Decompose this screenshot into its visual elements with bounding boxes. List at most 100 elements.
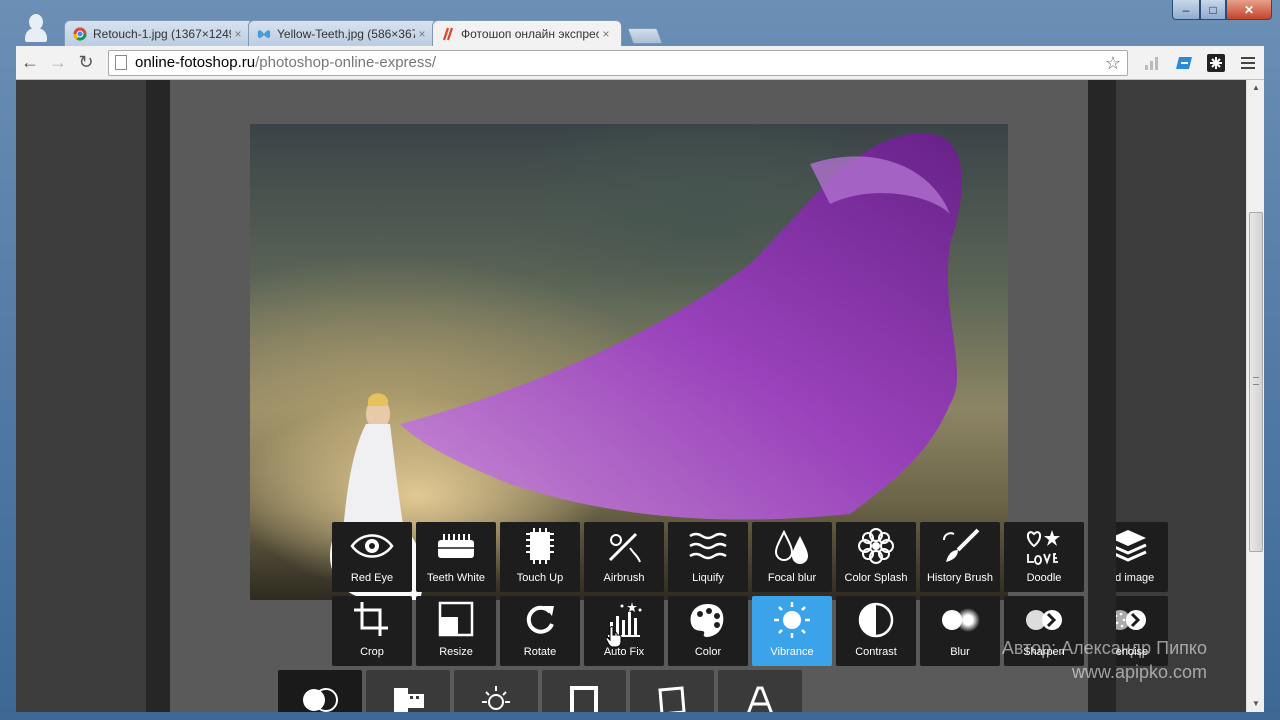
tab-yellow-teeth[interactable]: Yellow-Teeth.jpg (586×367) × [248,20,438,46]
window-controls: – □ ✕ [1172,0,1272,20]
browser-window: – □ ✕ Retouch-1.jpg (1367×1249) × Yellow… [0,0,1280,720]
scroll-down-icon[interactable]: ▼ [1247,696,1265,712]
drops-icon [774,529,808,564]
tool-row-1: Red Eye Teeth White Touch Up Airbrush Li… [332,522,1168,592]
bandage-icon [526,528,554,564]
tool-label: Color [694,646,722,658]
minimize-button[interactable]: – [1172,0,1200,20]
tool-label: Crop [360,646,384,658]
bookmark-star-icon[interactable]: ☆ [1105,53,1121,74]
category-tab-text[interactable] [718,670,802,712]
contrast-icon [858,602,894,638]
frame-icon [570,686,598,712]
light-icon [482,686,510,710]
category-tab-frame[interactable] [542,670,626,712]
tool-label: Airbrush [603,572,645,584]
tool-crop[interactable]: Crop [332,596,412,666]
fotoshop-icon [442,27,454,40]
tab-fotoshop[interactable]: Фотошоп онлайн экспресс × [432,20,622,46]
tool-label: Doodle [1026,572,1062,584]
tool-doodle[interactable]: Doodle [1004,522,1084,592]
brush-icon [943,528,980,562]
address-bar[interactable]: online-fotoshop.ru/photoshop-online-expr… [108,49,1128,76]
eye-icon [350,534,394,558]
sharpen-icon [1026,610,1062,630]
tool-label: Liquify [692,572,724,584]
tool-vibrance[interactable]: Vibrance [752,596,832,666]
sun-icon [774,602,810,638]
tab-close-icon[interactable]: × [599,27,613,41]
adjust-icon [303,688,338,712]
signal-icon[interactable] [1142,53,1162,73]
extension-blue-icon[interactable] [1174,53,1194,73]
category-tab-sticker[interactable] [630,670,714,712]
maximize-button[interactable]: □ [1200,0,1226,20]
new-tab-button[interactable] [627,28,663,44]
doodle-icon [1027,530,1060,565]
tool-color-splash[interactable]: Color Splash [836,522,916,592]
tool-label: Rotate [523,646,557,658]
tool-label: Focal blur [767,572,817,584]
watermark-author: Автор: Александр Пипко [1001,638,1207,658]
tab-close-icon[interactable]: × [415,27,429,41]
category-tab-light[interactable] [454,670,538,712]
tool-label: Red Eye [350,572,394,584]
tab-title: Retouch-1.jpg (1367×1249) [93,26,231,41]
tool-rotate[interactable]: Rotate [500,596,580,666]
tool-label: Touch Up [516,572,564,584]
flower-icon [858,528,894,564]
tool-color[interactable]: Color [668,596,748,666]
category-tab-adjust[interactable] [278,670,362,712]
chrome-icon [73,27,87,40]
crop-icon [354,602,388,636]
tool-label: History Brush [926,572,994,584]
tool-contrast[interactable]: Contrast [836,596,916,666]
tool-focal-blur[interactable]: Focal blur [752,522,832,592]
tool-label: Vibrance [770,646,814,658]
tab-retouch[interactable]: Retouch-1.jpg (1367×1249) × [64,20,254,46]
watermark: Автор: Александр Пипко www.apipko.com [985,636,1207,684]
tool-teeth-white[interactable]: Teeth White [416,522,496,592]
tab-title: Yellow-Teeth.jpg (586×367) [277,26,415,41]
tool-auto-fix[interactable]: Auto Fix [584,596,664,666]
resize-icon [438,601,474,637]
browser-toolbar: ← → ↻ online-fotoshop.ru/photoshop-onlin… [16,46,1264,80]
menu-icon[interactable] [1238,53,1258,73]
tool-resize[interactable]: Resize [416,596,496,666]
scroll-up-icon[interactable]: ▲ [1247,80,1265,96]
tool-red-eye[interactable]: Red Eye [332,522,412,592]
tab-close-icon[interactable]: × [231,27,245,41]
url-path: /photoshop-online-express/ [255,54,437,71]
page-icon [115,55,127,70]
tool-label: Blur [950,646,970,658]
vertical-scrollbar[interactable]: ▲ ▼ [1246,80,1264,712]
editor-stage: Red Eye Teeth White Touch Up Airbrush Li… [170,80,1168,712]
tab-title: Фотошоп онлайн экспресс [461,26,599,41]
teeth-icon [438,534,474,558]
tool-label: Color Splash [844,572,908,584]
tool-touch-up[interactable]: Touch Up [500,522,580,592]
scroll-thumb[interactable] [1249,212,1263,552]
text-icon [747,686,773,712]
tool-label: Contrast [855,646,897,658]
url-host: online-fotoshop.ru [135,54,256,71]
forward-icon[interactable]: → [44,49,72,77]
tool-history-brush[interactable]: History Brush [920,522,1000,592]
hand-cursor-icon [606,626,622,648]
sticker-icon [658,686,686,712]
blur-icon [942,608,980,632]
reload-icon[interactable]: ↻ [72,49,100,77]
profile-avatar-icon[interactable] [22,12,50,44]
airbrush-icon [608,532,641,563]
category-tab-film[interactable] [366,670,450,712]
film-icon [394,688,424,712]
tab-strip: Retouch-1.jpg (1367×1249) × Yellow-Teeth… [64,20,663,46]
back-icon[interactable]: ← [16,49,44,77]
page-viewport: Red Eye Teeth White Touch Up Airbrush Li… [16,80,1246,712]
tool-airbrush[interactable]: Airbrush [584,522,664,592]
extension-puzzle-icon[interactable] [1206,53,1226,73]
close-window-button[interactable]: ✕ [1226,0,1272,20]
tool-liquify[interactable]: Liquify [668,522,748,592]
palette-icon [690,604,724,637]
watermark-site: www.apipko.com [1071,662,1207,682]
